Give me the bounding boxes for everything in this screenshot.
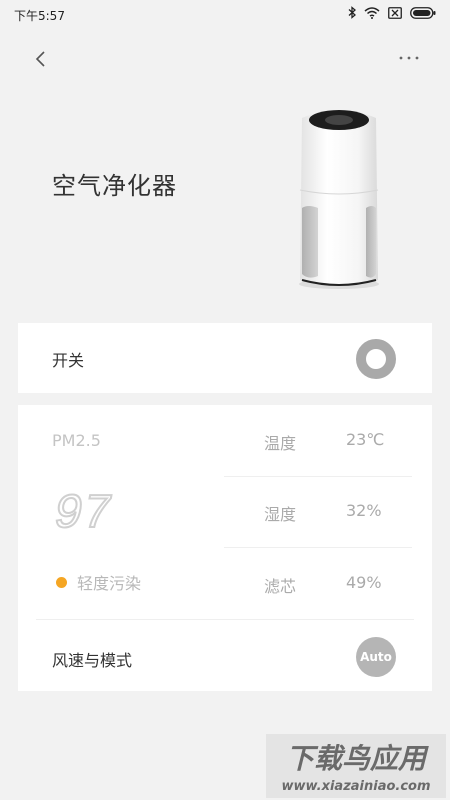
power-toggle-button[interactable] bbox=[356, 339, 396, 379]
power-card: 开关 bbox=[18, 323, 432, 393]
air-quality-card: PM2.5 97 轻度污染 温度 23℃ 湿度 32% 滤芯 49% 风速与模式… bbox=[18, 405, 432, 691]
back-button[interactable] bbox=[28, 46, 54, 72]
bluetooth-icon bbox=[348, 6, 356, 19]
metric-row-humidity: 湿度 32% bbox=[224, 476, 412, 548]
metric-value: 32% bbox=[346, 501, 382, 520]
metric-row-temperature: 温度 23℃ bbox=[224, 405, 412, 477]
chevron-left-icon bbox=[35, 51, 45, 67]
metric-name: 滤芯 bbox=[264, 577, 297, 596]
battery-icon bbox=[410, 6, 436, 19]
status-time: 下午5:57 bbox=[14, 9, 65, 23]
pollution-dot bbox=[56, 576, 67, 588]
pm25-label: PM2.5 bbox=[52, 431, 101, 450]
mode-label: 风速与模式 bbox=[52, 651, 133, 670]
status-bar: 下午5:57 bbox=[0, 0, 450, 30]
screen: 下午5:57 空气净化器 开关 PM2.5 97 轻度污染 温度 23℃ 湿度 … bbox=[0, 0, 450, 800]
watermark-title: 下载鸟应用 bbox=[286, 742, 429, 775]
power-label: 开关 bbox=[52, 351, 85, 370]
pm25-value-display: 97 bbox=[54, 487, 113, 533]
pm25-value: 97 bbox=[54, 488, 112, 533]
more-dots-icon bbox=[399, 56, 419, 60]
pollution-status: 轻度污染 bbox=[56, 570, 141, 594]
pollution-level: 轻度污染 bbox=[77, 574, 142, 593]
watermark-url: www.xiazainiao.com bbox=[281, 779, 430, 794]
metric-value: 23℃ bbox=[346, 430, 385, 449]
metric-value: 49% bbox=[346, 573, 382, 592]
air-purifier-image bbox=[299, 110, 379, 289]
watermark-logo: 下载鸟应用 www.xiazainiao.com bbox=[266, 734, 446, 798]
divider bbox=[36, 619, 414, 620]
sim-blocked-icon bbox=[388, 6, 402, 19]
status-icons bbox=[348, 6, 436, 19]
metric-name: 温度 bbox=[264, 434, 297, 453]
device-title: 空气净化器 bbox=[52, 172, 177, 200]
wifi-icon bbox=[364, 6, 380, 19]
more-button[interactable] bbox=[398, 52, 420, 64]
auto-mode-button[interactable]: Auto bbox=[356, 637, 396, 677]
metric-name: 湿度 bbox=[264, 505, 297, 524]
metric-row-filter: 滤芯 49% bbox=[224, 548, 412, 619]
